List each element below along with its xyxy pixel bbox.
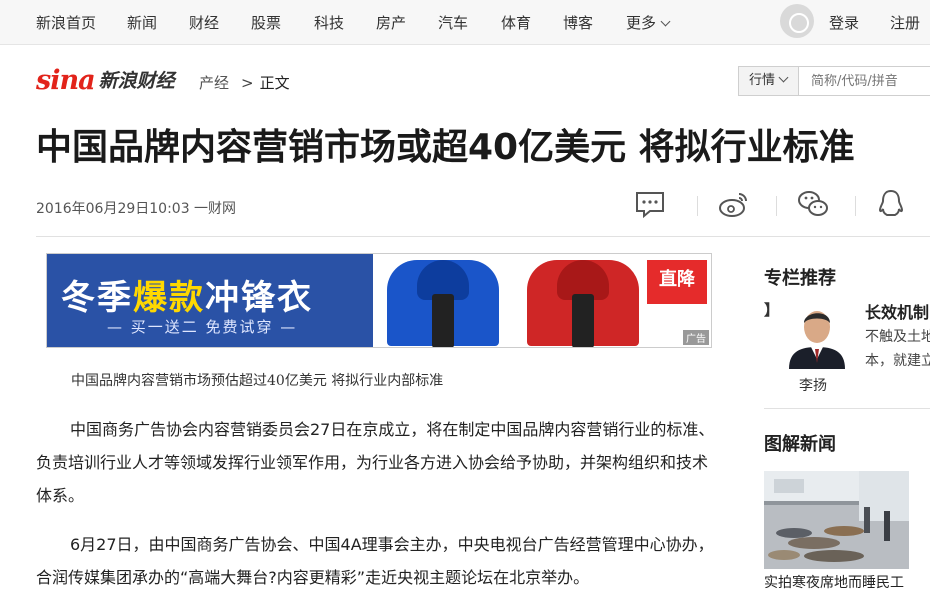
nav-sports[interactable]: 体育 [501,12,531,33]
nav-tech[interactable]: 科技 [314,12,344,33]
divider [776,196,777,216]
jacket-zip [432,294,454,347]
nav-more-label: 更多 [626,14,657,32]
red-jacket-image [527,260,639,347]
jacket-zip [572,294,594,347]
quote-search: 行情 [738,66,930,96]
banner-ad[interactable]: 冬季爆款冲锋衣 — 买一送二 免费试穿 — 直降 广告 [46,253,712,348]
breadcrumb-separator: > [241,74,254,92]
logo-sina-text: sina [36,65,96,96]
column-bracket: 】 [764,301,780,319]
blue-jacket-image [387,260,499,347]
login-link[interactable]: 登录 [829,12,859,33]
nav-stocks[interactable]: 股票 [251,12,281,33]
nav-news[interactable]: 新闻 [127,12,157,33]
ad-text-panel: 冬季爆款冲锋衣 — 买一送二 免费试穿 — [47,254,373,347]
column-section-title: 专栏推荐 [764,268,836,289]
quote-type-label: 行情 [749,73,776,88]
breadcrumb-section[interactable]: 产经 [199,74,229,92]
quote-type-select[interactable]: 行情 [739,67,799,95]
quote-search-input[interactable] [801,67,929,95]
column-summary: 不触及土地 [865,329,930,345]
author-photo[interactable] [785,299,849,369]
ad-price-tag: 直降 [647,260,707,304]
comment-icon[interactable] [634,188,666,220]
nav-house[interactable]: 房产 [376,12,406,33]
nav-blog[interactable]: 博客 [563,12,593,33]
divider [855,196,856,216]
article-paragraph: 中国商务广告协会内容营销委员会27日在京成立，将在制定中国品牌内容营销行业的标准… [36,420,715,505]
image-caption: 中国品牌内容营销市场预估超过40亿美元 将拟行业内部标准 [71,373,444,389]
ad-headline: 冬季爆款冲锋衣 [61,270,313,319]
article-paragraph: 6月27日，由中国商务广告协会、中国4A理事会主办，中央电视台广告经营管理中心协… [36,535,714,587]
ad-headline-highlight: 爆款 [133,278,205,318]
qq-icon[interactable] [875,188,907,220]
article-title: 中国品牌内容营销市场或超40亿美元 将拟行业标准 [36,127,855,168]
divider [36,236,930,237]
ad-subline: — 买一送二 免费试穿 — [107,318,298,336]
nav-sina-home[interactable]: 新浪首页 [36,12,96,33]
wechat-icon[interactable] [797,188,829,220]
ad-label: 广告 [683,330,709,345]
top-nav-bar: 新浪首页 新闻 财经 股票 科技 房产 汽车 体育 博客 更多 登录 注册 [0,0,930,45]
breadcrumb: 产经 > 正文 [199,72,290,93]
author-name[interactable]: 李扬 [799,375,827,395]
column-headline[interactable]: 长效机制 [865,299,929,323]
ad-headline-part: 冲锋衣 [205,278,313,318]
article-meta: 2016年06月29日10:03 一财网 [36,201,237,217]
ad-headline-part: 冬季 [61,278,133,318]
logo-channel-text: 新浪财经 [98,70,175,92]
photo-news-image[interactable] [764,471,909,569]
sina-finance-logo[interactable]: sina 新浪财经 [36,60,175,96]
nav-finance[interactable]: 财经 [189,12,219,33]
photo-news-title: 图解新闻 [764,434,836,455]
weibo-icon[interactable] [718,188,750,220]
nav-auto[interactable]: 汽车 [438,12,468,33]
divider [764,408,930,409]
photo-news-caption[interactable]: 实拍寒夜席地而睡民工 [764,572,904,592]
user-avatar-icon[interactable] [780,4,814,38]
divider [697,196,698,216]
column-summary: 本，就建立 [865,353,930,369]
breadcrumb-current: 正文 [259,74,290,92]
chevron-down-icon [778,72,789,83]
register-link[interactable]: 注册 [890,12,920,33]
chevron-down-icon [660,16,671,27]
nav-more[interactable]: 更多 [626,12,671,33]
